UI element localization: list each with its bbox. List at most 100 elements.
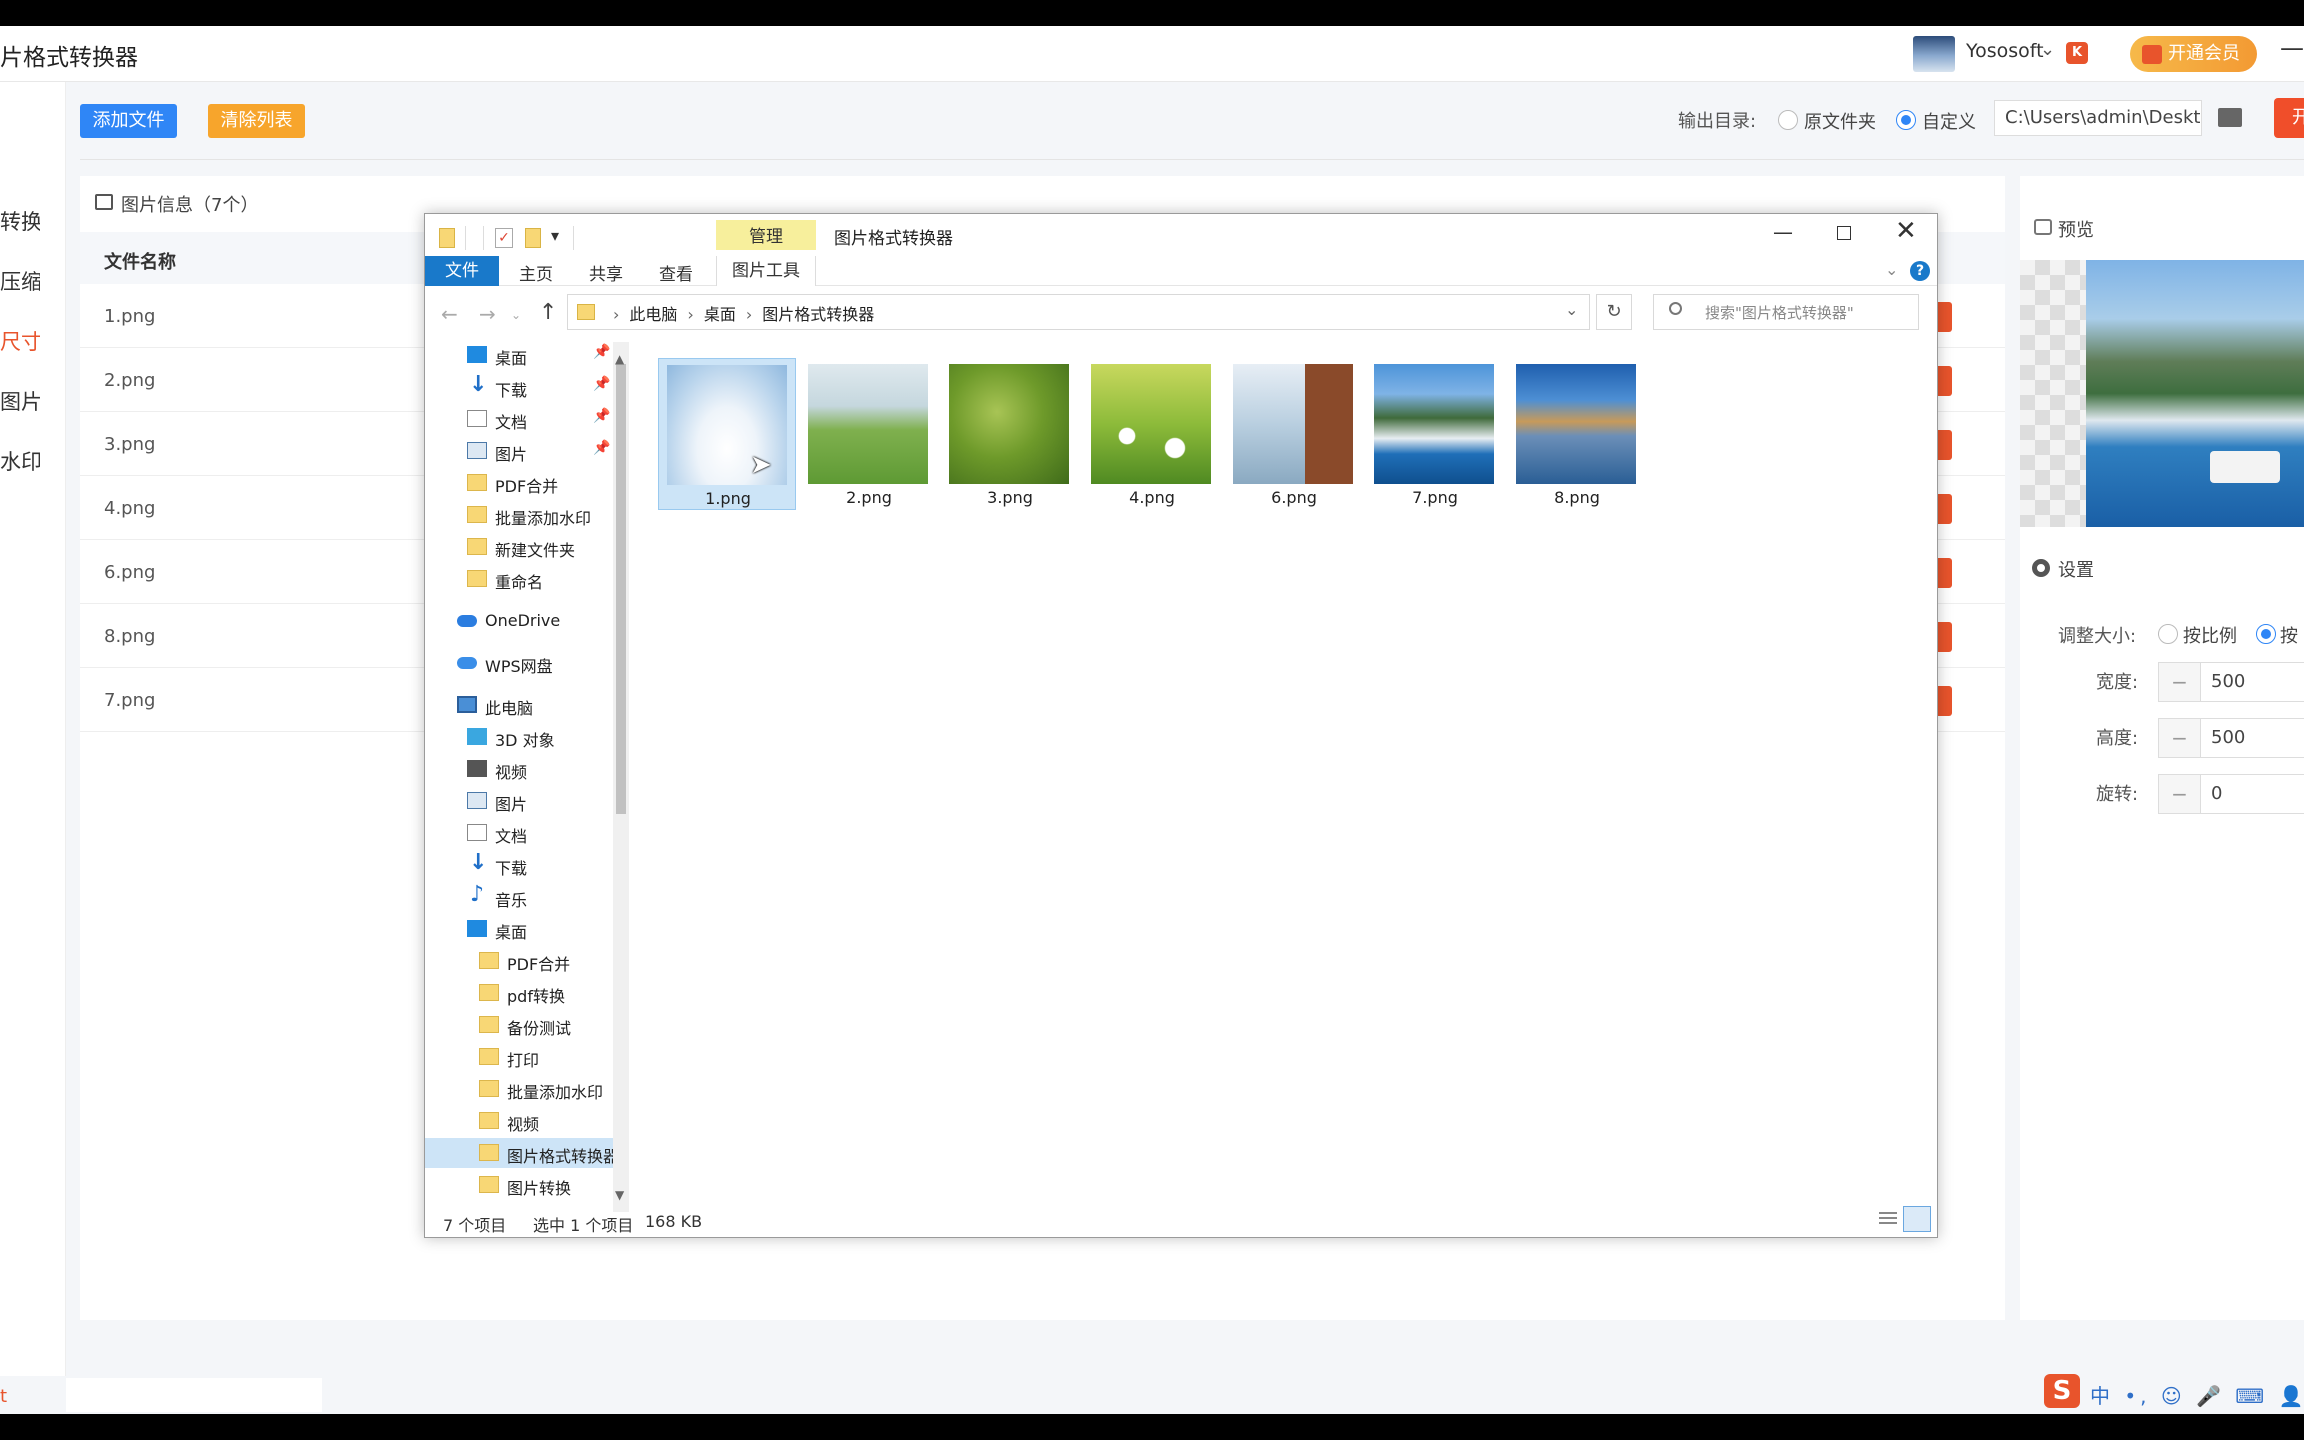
decrement-button[interactable]: − bbox=[2159, 775, 2201, 813]
tree-item[interactable]: 批量添加水印 bbox=[425, 1074, 615, 1104]
tree-item[interactable]: 图片 📌 bbox=[425, 436, 615, 466]
tab-picture-tools[interactable]: 图片工具 bbox=[716, 256, 816, 286]
width-value[interactable]: 500 bbox=[2211, 663, 2245, 701]
height-value[interactable]: 500 bbox=[2211, 719, 2245, 757]
up-arrow-icon[interactable]: ↑ bbox=[539, 300, 557, 325]
customize-dropdown-icon[interactable]: ▾ bbox=[551, 226, 559, 245]
tree-item[interactable]: 桌面 bbox=[425, 914, 615, 944]
radio-custom-folder-label[interactable]: 自定义 bbox=[1922, 108, 1976, 134]
add-file-button[interactable]: 添加文件 bbox=[80, 104, 177, 138]
file-thumbnail[interactable]: 1.png bbox=[658, 358, 796, 510]
tree-item[interactable]: 文档 bbox=[425, 818, 615, 848]
tab-manage[interactable]: 管理 bbox=[716, 220, 816, 250]
ime-logo-icon[interactable]: S bbox=[2044, 1374, 2080, 1408]
file-thumbnail[interactable]: 6.png bbox=[1225, 358, 1363, 510]
scroll-up-icon[interactable]: ▲ bbox=[615, 352, 624, 366]
tab-view[interactable]: 查看 bbox=[659, 260, 693, 285]
breadcrumb-item[interactable]: 此电脑 bbox=[629, 305, 677, 324]
start-button[interactable]: 开 bbox=[2274, 98, 2304, 138]
tree-item[interactable]: 此电脑 bbox=[425, 690, 615, 720]
radio-custom-folder[interactable] bbox=[1896, 110, 1916, 130]
tree-item[interactable]: 下载 bbox=[425, 850, 615, 880]
file-thumbnail[interactable]: 3.png bbox=[941, 358, 1079, 510]
tree-item[interactable]: WPS网盘 bbox=[425, 648, 615, 678]
tree-item[interactable]: 备份测试 bbox=[425, 1010, 615, 1040]
ime-toolbar[interactable]: 中 •, ☺ 🎤 ⌨ 👤 👕 bbox=[2090, 1380, 2304, 1409]
tree-item[interactable]: pdf转换 bbox=[425, 978, 615, 1008]
tree-item-selected[interactable]: 图片格式转换器 bbox=[425, 1138, 615, 1168]
output-path-input[interactable]: C:\Users\admin\Deskto bbox=[1994, 100, 2202, 136]
file-thumbnail[interactable]: 8.png bbox=[1508, 358, 1646, 510]
file-name: 3.png bbox=[987, 488, 1033, 507]
radio-by-pixel[interactable] bbox=[2256, 624, 2276, 644]
tree-item-label: 下载 bbox=[495, 381, 528, 400]
radio-by-ratio[interactable] bbox=[2158, 624, 2178, 644]
folder-icon bbox=[479, 1176, 499, 1193]
tree-item[interactable]: 下载 📌 bbox=[425, 372, 615, 402]
sidebar-item-convert[interactable]: 转换 bbox=[0, 206, 40, 236]
radio-by-ratio-label[interactable]: 按比例 bbox=[2183, 622, 2237, 648]
file-thumbnail[interactable]: 2.png bbox=[800, 358, 938, 510]
breadcrumb-item[interactable]: 桌面 bbox=[704, 305, 736, 324]
chevron-down-icon[interactable]: ⌄ bbox=[1565, 300, 1578, 319]
chevron-down-icon[interactable]: ⌄ bbox=[2040, 39, 2055, 60]
tree-item[interactable]: 打印 bbox=[425, 1042, 615, 1072]
refresh-button[interactable]: ↻ bbox=[1596, 294, 1632, 330]
minimize-button[interactable]: — bbox=[1773, 220, 1793, 244]
large-icons-view-icon[interactable] bbox=[1903, 1206, 1931, 1232]
sidebar-item-image[interactable]: 图片 bbox=[0, 386, 40, 416]
clear-list-button[interactable]: 清除列表 bbox=[208, 104, 305, 138]
details-view-icon[interactable] bbox=[1877, 1210, 1899, 1228]
folder-icon[interactable] bbox=[439, 228, 455, 248]
sidebar-item-compress[interactable]: 压缩 bbox=[0, 266, 40, 296]
rotate-stepper[interactable]: − 0 bbox=[2158, 774, 2304, 814]
back-arrow-icon[interactable]: ← bbox=[441, 302, 458, 326]
tree-item[interactable]: 视频 bbox=[425, 754, 615, 784]
tree-item[interactable]: 图片转换 bbox=[425, 1170, 615, 1200]
recent-dropdown-icon[interactable]: ⌄ bbox=[511, 308, 521, 322]
height-stepper[interactable]: − 500 bbox=[2158, 718, 2304, 758]
file-thumbnail[interactable]: 4.png bbox=[1083, 358, 1221, 510]
tree-item[interactable]: 新建文件夹 bbox=[425, 532, 615, 562]
tree-item[interactable]: PDF合并 bbox=[425, 946, 615, 976]
forward-arrow-icon[interactable]: → bbox=[479, 302, 496, 326]
rotate-value[interactable]: 0 bbox=[2211, 775, 2222, 813]
tree-item[interactable]: 3D 对象 bbox=[425, 722, 615, 752]
width-stepper[interactable]: − 500 bbox=[2158, 662, 2304, 702]
file-name: 7.png bbox=[1412, 488, 1458, 507]
tree-item[interactable]: PDF合并 bbox=[425, 468, 615, 498]
properties-icon[interactable]: ✓ bbox=[495, 228, 513, 248]
tree-item[interactable]: 重命名 bbox=[425, 564, 615, 594]
breadcrumb-item[interactable]: 图片格式转换器 bbox=[762, 305, 874, 324]
tree-item[interactable]: OneDrive bbox=[425, 606, 615, 636]
maximize-button[interactable] bbox=[1837, 226, 1851, 240]
chevron-down-icon[interactable]: ⌄ bbox=[1885, 260, 1898, 279]
scrollbar-thumb[interactable] bbox=[616, 364, 626, 814]
radio-by-pixel-label[interactable]: 按 bbox=[2280, 622, 2298, 648]
tree-item[interactable]: 视频 bbox=[425, 1106, 615, 1136]
tab-file[interactable]: 文件 bbox=[425, 256, 499, 286]
sidebar-item-watermark[interactable]: 水印 bbox=[0, 446, 40, 476]
tree-item[interactable]: 桌面 📌 bbox=[425, 340, 615, 370]
decrement-button[interactable]: − bbox=[2159, 663, 2201, 701]
close-button[interactable]: ✕ bbox=[1895, 216, 1917, 246]
tab-share[interactable]: 共享 bbox=[589, 260, 623, 285]
sidebar-item-resize[interactable]: 尺寸 bbox=[0, 326, 40, 356]
minimize-button[interactable]: — bbox=[2280, 34, 2304, 62]
tree-item-label: 视频 bbox=[495, 763, 528, 782]
help-icon[interactable]: ? bbox=[1910, 261, 1930, 281]
new-folder-icon[interactable] bbox=[525, 228, 541, 248]
user-name[interactable]: Yososoft bbox=[1966, 40, 2044, 62]
radio-original-folder-label[interactable]: 原文件夹 bbox=[1804, 108, 1876, 134]
file-thumbnail[interactable]: 7.png bbox=[1366, 358, 1504, 510]
column-header-filename[interactable]: 文件名称 bbox=[104, 248, 176, 274]
radio-original-folder[interactable] bbox=[1778, 110, 1798, 130]
folder-icon[interactable] bbox=[2218, 108, 2242, 127]
tab-home[interactable]: 主页 bbox=[519, 260, 553, 285]
tree-item[interactable]: 批量添加水印 bbox=[425, 500, 615, 530]
tree-item[interactable]: 文档 📌 bbox=[425, 404, 615, 434]
decrement-button[interactable]: − bbox=[2159, 719, 2201, 757]
tree-item[interactable]: 音乐 bbox=[425, 882, 615, 912]
tree-item[interactable]: 图片 bbox=[425, 786, 615, 816]
avatar[interactable] bbox=[1913, 36, 1955, 72]
